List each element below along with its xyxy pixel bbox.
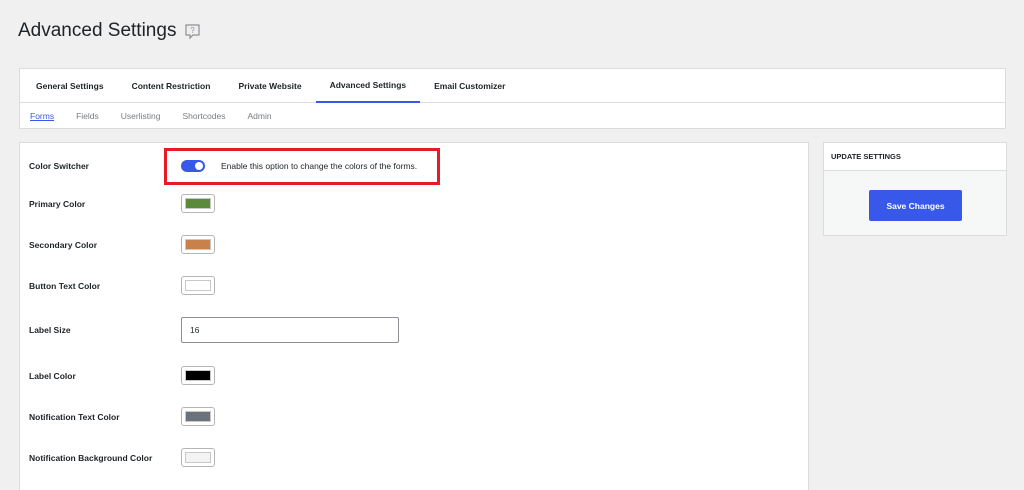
label-color-picker[interactable] — [181, 366, 215, 385]
sub-tabs: Forms Fields Userlisting Shortcodes Admi… — [20, 103, 1005, 129]
tab-email-customizer[interactable]: Email Customizer — [420, 69, 519, 103]
help-icon[interactable]: ? — [184, 23, 201, 40]
subtab-forms[interactable]: Forms — [20, 111, 65, 121]
primary-color-swatch — [185, 198, 211, 209]
button-text-color-swatch — [185, 280, 211, 291]
notification-background-color-label: Notification Background Color — [29, 452, 153, 463]
label-size-label: Label Size — [29, 325, 71, 335]
subtab-fields[interactable]: Fields — [65, 111, 110, 121]
button-text-color-picker[interactable] — [181, 276, 215, 295]
label-size-row: Label Size — [29, 317, 399, 343]
label-color-label: Label Color — [29, 370, 76, 381]
highlight-annotation — [164, 148, 440, 185]
notification-background-color-row: Notification Background Color — [29, 448, 215, 467]
notification-text-color-row: Notification Text Color — [29, 407, 215, 426]
settings-panel: Color Switcher Enable this option to cha… — [19, 142, 809, 490]
tab-general-settings[interactable]: General Settings — [20, 69, 118, 103]
tab-content-restriction[interactable]: Content Restriction — [118, 69, 225, 103]
subtab-shortcodes[interactable]: Shortcodes — [171, 111, 236, 121]
notification-text-color-picker[interactable] — [181, 407, 215, 426]
update-settings-heading: UPDATE SETTINGS — [824, 143, 1006, 171]
notification-text-color-swatch — [185, 411, 211, 422]
page-title: Advanced Settings ? — [18, 20, 201, 42]
main-tabs: General Settings Content Restriction Pri… — [20, 69, 1005, 103]
secondary-color-row: Secondary Color — [29, 235, 215, 254]
subtab-admin[interactable]: Admin — [236, 111, 282, 121]
button-text-color-label: Button Text Color — [29, 280, 101, 291]
update-settings-box: UPDATE SETTINGS Save Changes — [823, 142, 1007, 236]
save-changes-button[interactable]: Save Changes — [869, 190, 962, 221]
button-text-color-row: Button Text Color — [29, 276, 215, 295]
tab-private-website[interactable]: Private Website — [224, 69, 315, 103]
notification-background-color-picker[interactable] — [181, 448, 215, 467]
secondary-color-label: Secondary Color — [29, 239, 98, 250]
settings-tabs-box: General Settings Content Restriction Pri… — [19, 68, 1006, 129]
tab-advanced-settings[interactable]: Advanced Settings — [315, 69, 421, 103]
label-size-input[interactable] — [181, 317, 399, 343]
svg-text:?: ? — [191, 26, 196, 35]
primary-color-label: Primary Color — [29, 198, 86, 209]
subtab-userlisting[interactable]: Userlisting — [110, 111, 172, 121]
notification-text-color-label: Notification Text Color — [29, 411, 120, 422]
primary-color-row: Primary Color — [29, 194, 215, 213]
label-color-row: Label Color — [29, 366, 215, 385]
secondary-color-picker[interactable] — [181, 235, 215, 254]
color-switcher-label: Color Switcher — [29, 161, 89, 171]
notification-background-color-swatch — [185, 452, 211, 463]
page-title-text: Advanced Settings — [18, 20, 177, 41]
primary-color-picker[interactable] — [181, 194, 215, 213]
secondary-color-swatch — [185, 239, 211, 250]
label-color-swatch — [185, 370, 211, 381]
